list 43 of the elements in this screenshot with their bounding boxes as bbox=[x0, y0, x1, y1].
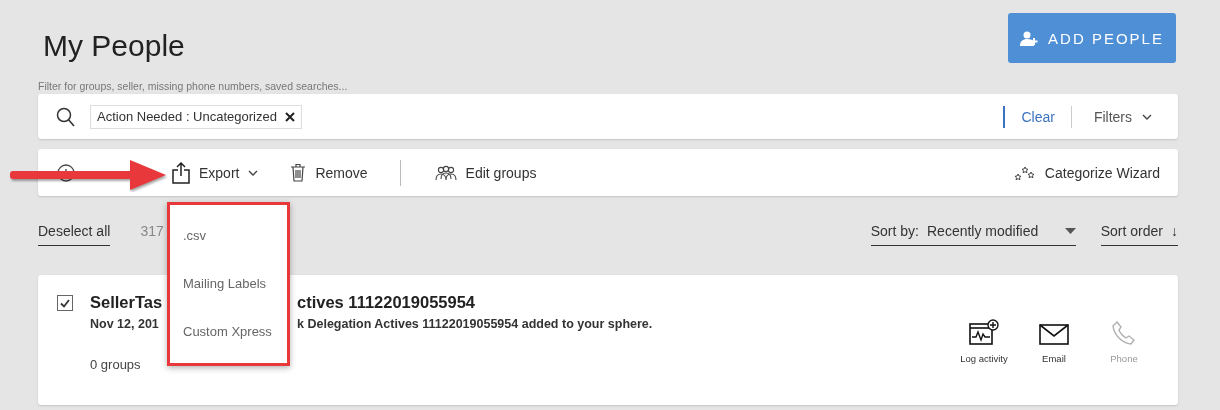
sort-value: Recently modified bbox=[927, 222, 1040, 239]
activity-note: k Delegation Actives 11122019055954 added to your sphere. bbox=[297, 317, 654, 331]
activity-add-icon bbox=[969, 319, 999, 345]
add-person-icon bbox=[1020, 30, 1039, 46]
filters-dropdown[interactable]: Filters bbox=[1087, 107, 1158, 126]
sort-order-button[interactable]: Sort order ↓ bbox=[1100, 216, 1178, 246]
export-dropdown[interactable]: Export bbox=[172, 161, 259, 184]
stars-icon bbox=[1013, 165, 1036, 180]
log-activity-button[interactable]: Log activity bbox=[960, 318, 1008, 405]
sort-by-dropdown[interactable]: Sort by: Recently modified bbox=[870, 216, 1076, 246]
filter-hint: Filter for groups, seller, missing phone numbers, saved searches... bbox=[38, 80, 348, 92]
menu-item[interactable]: Custom Xpress bbox=[170, 307, 287, 356]
checkbox[interactable] bbox=[57, 295, 73, 311]
remove-button[interactable]: Remove bbox=[290, 163, 368, 182]
menu-item[interactable]: .csv bbox=[170, 211, 287, 260]
search-bar[interactable]: Action Needed : Uncategorized Clear Filters bbox=[38, 94, 1178, 139]
contact-name: ctives 11122019055954 bbox=[297, 293, 477, 313]
categorize-wizard-button[interactable]: Categorize Wizard bbox=[1013, 164, 1160, 181]
search-icon bbox=[56, 106, 75, 127]
page-title: My People bbox=[43, 29, 185, 63]
envelope-icon bbox=[1039, 324, 1069, 345]
clear-link[interactable]: Clear bbox=[1003, 105, 1055, 128]
group-count: 0 groups bbox=[90, 357, 141, 372]
contact-name: SellerTas bbox=[90, 293, 164, 313]
selected-count: 317 bbox=[140, 223, 164, 239]
close-icon bbox=[284, 112, 295, 122]
edit-groups-button[interactable]: Edit groups bbox=[434, 164, 537, 181]
email-button[interactable]: Email bbox=[1030, 318, 1078, 405]
upload-icon bbox=[172, 161, 190, 184]
chevron-down-icon bbox=[248, 169, 259, 176]
chevron-down-icon bbox=[1142, 113, 1152, 120]
deselect-all-link[interactable]: Deselect all bbox=[38, 216, 111, 246]
menu-item[interactable]: Mailing Labels bbox=[170, 259, 287, 308]
people-icon bbox=[434, 164, 457, 181]
phone-icon bbox=[1112, 321, 1136, 345]
sort-order-label: Sort order bbox=[1100, 222, 1163, 239]
sort-arrow: ↓ bbox=[1171, 222, 1178, 239]
activity-note: Nov 12, 201 bbox=[90, 317, 160, 331]
trash-icon bbox=[290, 163, 307, 182]
dropdown-triangle-icon bbox=[1064, 227, 1076, 234]
sort-label: Sort by: bbox=[870, 222, 919, 239]
checkmark-icon bbox=[60, 298, 70, 308]
chip-label: Action Needed : Uncategorized bbox=[97, 109, 277, 124]
